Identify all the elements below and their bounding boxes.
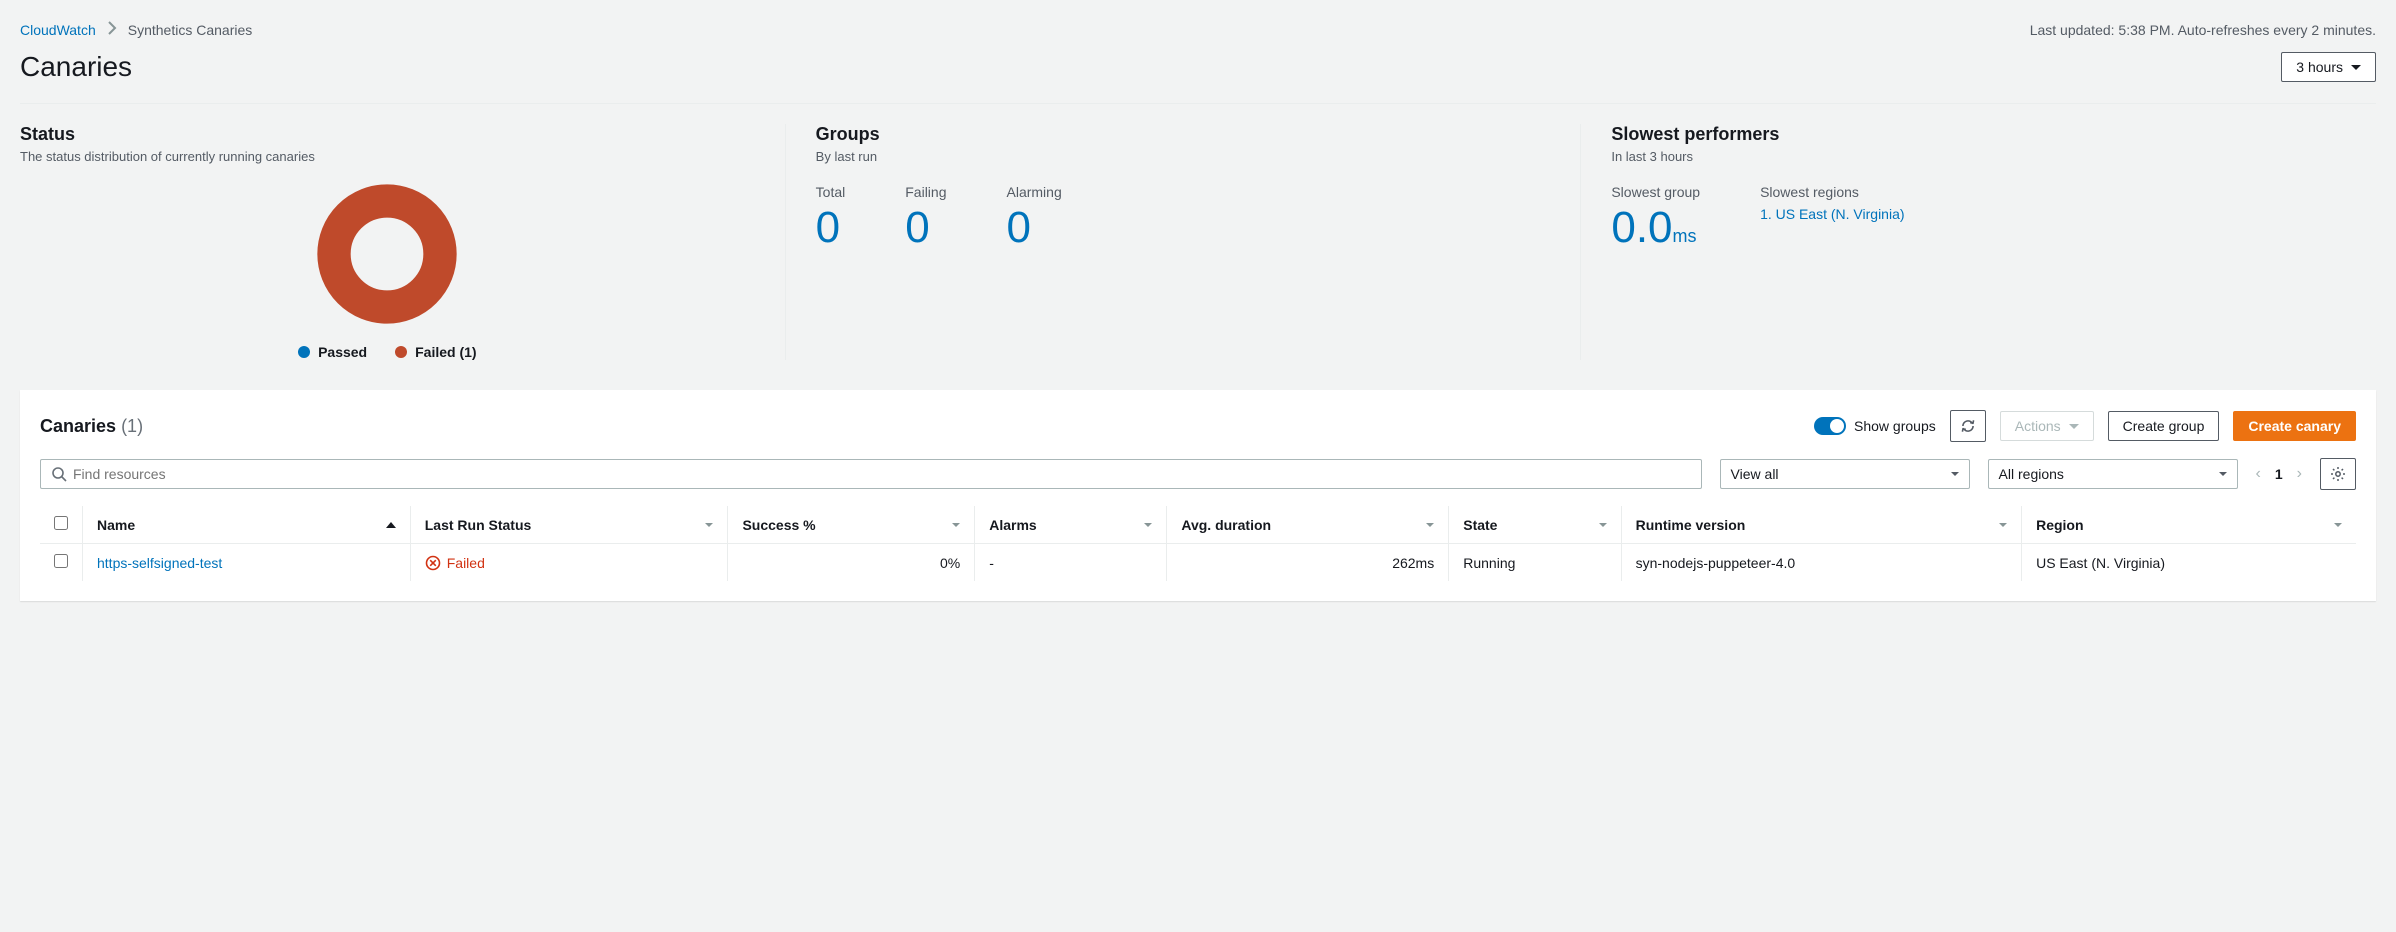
groups-panel: Groups By last run Total 0 Failing 0 Ala… (785, 124, 1581, 360)
breadcrumb: CloudWatch Synthetics Canaries (20, 20, 252, 39)
create-canary-button[interactable]: Create canary (2233, 411, 2356, 441)
legend-dot-failed-icon (395, 346, 407, 358)
col-runtime[interactable]: Runtime version (1621, 506, 2021, 544)
cell-duration: 262ms (1167, 544, 1449, 582)
actions-button[interactable]: Actions (2000, 411, 2094, 441)
legend-failed[interactable]: Failed (1) (395, 344, 476, 360)
performers-subtitle: In last 3 hours (1611, 149, 2346, 164)
slowest-group-value: 0.0 (1611, 203, 1672, 252)
col-name[interactable]: Name (83, 506, 411, 544)
metric-alarming-value[interactable]: 0 (1007, 206, 1062, 250)
sort-icon (2334, 523, 2342, 527)
row-checkbox[interactable] (54, 554, 68, 568)
chevron-right-icon (104, 20, 120, 39)
caret-down-icon (2069, 424, 2079, 429)
legend-passed[interactable]: Passed (298, 344, 367, 360)
canaries-panel: Canaries (1) Show groups Actions Create … (20, 390, 2376, 601)
last-updated-text: Last updated: 5:38 PM. Auto-refreshes ev… (2030, 22, 2376, 38)
page-next[interactable]: › (2297, 465, 2302, 483)
sort-icon (1426, 523, 1434, 527)
table-row: https-selfsigned-test Failed 0% - 262ms … (40, 544, 2356, 582)
metric-failing-value[interactable]: 0 (905, 206, 946, 250)
status-badge: Failed (425, 555, 714, 571)
col-duration[interactable]: Avg. duration (1167, 506, 1449, 544)
slowest-group-unit: ms (1673, 226, 1697, 246)
status-title: Status (20, 124, 755, 145)
settings-button[interactable] (2320, 458, 2356, 490)
metric-total-label: Total (816, 184, 846, 200)
metric-alarming-label: Alarming (1007, 184, 1062, 200)
panel-title-text: Canaries (40, 416, 116, 436)
page-prev[interactable]: ‹ (2256, 465, 2261, 483)
metric-total-value[interactable]: 0 (816, 206, 846, 250)
search-box[interactable] (40, 459, 1702, 489)
legend-passed-label: Passed (318, 344, 367, 360)
performers-panel: Slowest performers In last 3 hours Slowe… (1580, 124, 2376, 360)
actions-label: Actions (2015, 418, 2061, 434)
col-alarms[interactable]: Alarms (975, 506, 1167, 544)
breadcrumb-current: Synthetics Canaries (128, 22, 253, 38)
canaries-table: Name Last Run Status Success % Alarms Av… (40, 506, 2356, 581)
slowest-group-label: Slowest group (1611, 184, 1700, 200)
status-subtitle: The status distribution of currently run… (20, 149, 755, 164)
search-input[interactable] (73, 466, 1691, 482)
time-range-selector[interactable]: 3 hours (2281, 52, 2376, 82)
select-all-checkbox[interactable] (54, 516, 68, 530)
sort-icon (705, 523, 713, 527)
caret-down-icon (2351, 65, 2361, 70)
view-filter-label: View all (1731, 466, 1779, 482)
region-filter-select[interactable]: All regions (1988, 459, 2238, 489)
gear-icon (2330, 466, 2346, 482)
page-number: 1 (2275, 466, 2283, 482)
region-filter-label: All regions (1999, 466, 2064, 482)
breadcrumb-root[interactable]: CloudWatch (20, 22, 96, 38)
view-filter-select[interactable]: View all (1720, 459, 1970, 489)
show-groups-label: Show groups (1854, 418, 1936, 434)
groups-subtitle: By last run (816, 149, 1551, 164)
time-range-label: 3 hours (2296, 59, 2343, 75)
status-panel: Status The status distribution of curren… (20, 124, 785, 360)
status-donut-chart (317, 184, 457, 324)
caret-down-icon (1951, 472, 1959, 476)
metric-failing-label: Failing (905, 184, 946, 200)
cell-region: US East (N. Virginia) (2022, 544, 2356, 582)
create-group-button[interactable]: Create group (2108, 411, 2220, 441)
cell-state: Running (1449, 544, 1621, 582)
sort-icon (1599, 523, 1607, 527)
cell-alarms: - (975, 544, 1167, 582)
legend-failed-label: Failed (1) (415, 344, 476, 360)
sort-icon (1999, 523, 2007, 527)
canary-name-link[interactable]: https-selfsigned-test (97, 555, 222, 571)
refresh-icon (1960, 418, 1976, 434)
slowest-region-link[interactable]: 1. US East (N. Virginia) (1760, 206, 1904, 222)
slowest-regions-label: Slowest regions (1760, 184, 1904, 200)
col-state[interactable]: State (1449, 506, 1621, 544)
sort-asc-icon (386, 522, 396, 528)
cell-success: 0% (728, 544, 975, 582)
legend-dot-passed-icon (298, 346, 310, 358)
cell-runtime: syn-nodejs-puppeteer-4.0 (1621, 544, 2021, 582)
refresh-button[interactable] (1950, 410, 1986, 442)
groups-title: Groups (816, 124, 1551, 145)
show-groups-toggle[interactable] (1814, 417, 1846, 435)
col-last-run[interactable]: Last Run Status (410, 506, 728, 544)
col-success[interactable]: Success % (728, 506, 975, 544)
caret-down-icon (2219, 472, 2227, 476)
col-region[interactable]: Region (2022, 506, 2356, 544)
performers-title: Slowest performers (1611, 124, 2346, 145)
sort-icon (1144, 523, 1152, 527)
sort-icon (952, 523, 960, 527)
panel-count: (1) (121, 416, 143, 436)
page-title: Canaries (20, 51, 132, 83)
search-icon (51, 466, 67, 482)
error-icon (425, 555, 441, 571)
